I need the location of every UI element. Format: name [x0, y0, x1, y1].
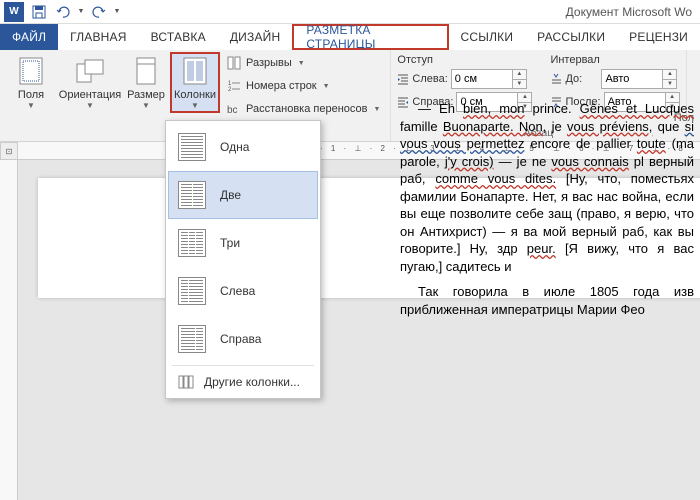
more-columns-icon [178, 374, 194, 390]
spacing-before-spinner[interactable]: ▲▼ [663, 69, 677, 89]
one-column-icon [178, 133, 206, 161]
tab-design[interactable]: ДИЗАЙН [218, 24, 293, 50]
hyphenation-label: Расстановка переносов [246, 103, 367, 115]
orientation-icon [74, 55, 106, 87]
breaks-button[interactable]: Разрывы ▼ [222, 52, 384, 74]
size-button[interactable]: Размер ▼ [124, 52, 168, 113]
columns-three-label: Три [220, 236, 240, 250]
tab-references[interactable]: ССЫЛКИ [449, 24, 526, 50]
spacing-before-input[interactable] [601, 69, 663, 89]
tab-file[interactable]: ФАЙЛ [0, 24, 58, 50]
breaks-label: Разрывы [246, 57, 292, 69]
columns-two-label: Две [220, 188, 241, 202]
orientation-button[interactable]: Ориентация ▼ [58, 52, 122, 113]
svg-text:bc: bc [227, 105, 238, 116]
indent-left-icon [397, 73, 409, 85]
tab-insert[interactable]: ВСТАВКА [139, 24, 218, 50]
size-icon [130, 55, 162, 87]
columns-more-option[interactable]: Другие колонки... [168, 368, 318, 396]
title-bar: W ▼ ▼ Документ Microsoft Wo [0, 0, 700, 24]
chevron-down-icon: ▼ [298, 60, 305, 67]
quick-access-toolbar: ▼ ▼ [28, 1, 122, 23]
indent-left-input[interactable] [451, 69, 513, 89]
hyphenation-button[interactable]: bc Расстановка переносов ▼ [222, 98, 384, 120]
columns-more-label: Другие колонки... [204, 375, 300, 389]
chevron-down-icon: ▼ [191, 101, 199, 110]
ribbon-tabs: ФАЙЛ ГЛАВНАЯ ВСТАВКА ДИЗАЙН РАЗМЕТКА СТР… [0, 24, 700, 50]
size-label: Размер [127, 89, 165, 101]
save-button[interactable] [28, 1, 50, 23]
paragraph-2[interactable]: Так говорила в июле 1805 года изв прибли… [400, 283, 694, 318]
indent-left-spinner[interactable]: ▲▼ [513, 69, 527, 89]
tab-mailings[interactable]: РАССЫЛКИ [525, 24, 617, 50]
document-title: Документ Microsoft Wo [566, 5, 692, 19]
vertical-ruler[interactable] [0, 160, 18, 500]
dropdown-separator [172, 365, 314, 366]
columns-left-label: Слева [220, 284, 255, 298]
word-app-icon: W [4, 2, 24, 22]
right-column-icon [178, 325, 206, 353]
spacing-before-label: До: [550, 73, 598, 85]
line-numbers-icon: 12 [226, 78, 242, 94]
breaks-icon [226, 55, 242, 71]
paragraph-1[interactable]: — Eh bien, mon prince. Gênes et Lucques … [400, 100, 694, 275]
chevron-down-icon: ▼ [373, 106, 380, 113]
left-column-icon [178, 277, 206, 305]
chevron-down-icon: ▼ [86, 101, 94, 110]
columns-option-one[interactable]: Одна [168, 123, 318, 171]
columns-right-label: Справа [220, 332, 261, 346]
indent-heading: Отступ [397, 54, 532, 66]
orientation-label: Ориентация [59, 89, 121, 101]
document-text[interactable]: — Eh bien, mon prince. Gênes et Lucques … [400, 100, 694, 327]
margins-icon [15, 55, 47, 87]
columns-option-right[interactable]: Справа [168, 315, 318, 363]
hyphenation-icon: bc [226, 101, 242, 117]
line-numbers-label: Номера строк [246, 80, 317, 92]
chevron-down-icon: ▼ [142, 101, 150, 110]
svg-text:2: 2 [228, 87, 232, 93]
spacing-before-icon [550, 73, 562, 85]
redo-icon [92, 5, 106, 19]
columns-icon [179, 55, 211, 87]
indent-left-label: Слева: [397, 73, 447, 85]
columns-dropdown: Одна Две Три Слева Справа Другие колонки… [165, 120, 321, 399]
tab-home[interactable]: ГЛАВНАЯ [58, 24, 138, 50]
undo-button[interactable] [52, 1, 74, 23]
qat-customize[interactable]: ▼ [112, 1, 122, 23]
chevron-down-icon: ▼ [323, 83, 330, 90]
columns-button[interactable]: Колонки ▼ [170, 52, 220, 113]
save-icon [32, 5, 46, 19]
redo-button[interactable] [88, 1, 110, 23]
spacing-heading: Интервал [550, 54, 679, 66]
chevron-down-icon: ▼ [27, 101, 35, 110]
ruler-corner[interactable]: ⊡ [0, 142, 18, 160]
undo-dropdown[interactable]: ▼ [76, 1, 86, 23]
columns-option-three[interactable]: Три [168, 219, 318, 267]
three-column-icon [178, 229, 206, 257]
line-numbers-button[interactable]: 12 Номера строк ▼ [222, 75, 384, 97]
columns-label: Колонки [174, 89, 216, 101]
margins-label: Поля [18, 89, 44, 101]
columns-option-two[interactable]: Две [168, 171, 318, 219]
columns-one-label: Одна [220, 140, 249, 154]
tab-review[interactable]: РЕЦЕНЗИ [617, 24, 700, 50]
columns-option-left[interactable]: Слева [168, 267, 318, 315]
margins-button[interactable]: Поля ▼ [6, 52, 56, 113]
undo-icon [56, 5, 70, 19]
two-column-icon [178, 181, 206, 209]
tab-page-layout[interactable]: РАЗМЕТКА СТРАНИЦЫ [292, 24, 448, 50]
